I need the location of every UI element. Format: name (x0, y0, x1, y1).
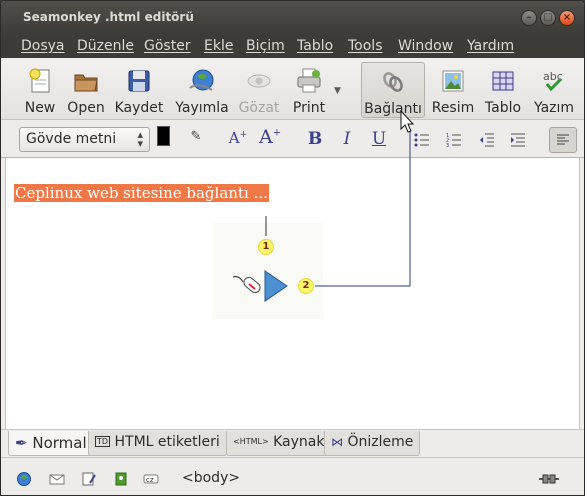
tab-preview-label: Önizleme (347, 434, 414, 450)
browser-globe-icon[interactable] (16, 471, 32, 487)
tab-normal-label: Normal (32, 434, 87, 452)
irc-chat-icon[interactable]: cz (143, 471, 159, 487)
callout-badge-2: 2 (298, 278, 314, 294)
editor-window: Seamonkey .html editörü – □ × Dosya Düze… (0, 0, 585, 496)
mail-icon[interactable] (49, 471, 65, 487)
callout-badge-1: 1 (258, 239, 274, 255)
pen-icon: ✒ (15, 434, 28, 452)
editing-mode-tabs: ✒ Normal TD HTML etiketleri <HTML> Kayna… (1, 429, 584, 457)
td-tag-icon: TD (95, 436, 111, 447)
element-path[interactable]: <body> (182, 470, 240, 486)
tutorial-callout (213, 109, 415, 319)
address-book-icon[interactable] (113, 471, 129, 487)
svg-text:cz: cz (146, 476, 154, 484)
composer-icon[interactable] (81, 471, 97, 487)
status-bar: cz <body> (1, 457, 584, 495)
tab-html-tags[interactable]: TD HTML etiketleri (88, 431, 227, 456)
tab-source[interactable]: <HTML> Kaynak (226, 431, 332, 456)
tab-html-tags-label: HTML etiketleri (114, 434, 220, 450)
tab-normal[interactable]: ✒ Normal (8, 431, 94, 456)
tab-source-label: Kaynak (273, 434, 325, 450)
preview-icon: ⋈ (331, 435, 343, 449)
tab-preview[interactable]: ⋈ Önizleme (324, 431, 421, 456)
html-tag-icon: <HTML> (233, 437, 269, 446)
online-connection-icon[interactable] (537, 471, 561, 487)
